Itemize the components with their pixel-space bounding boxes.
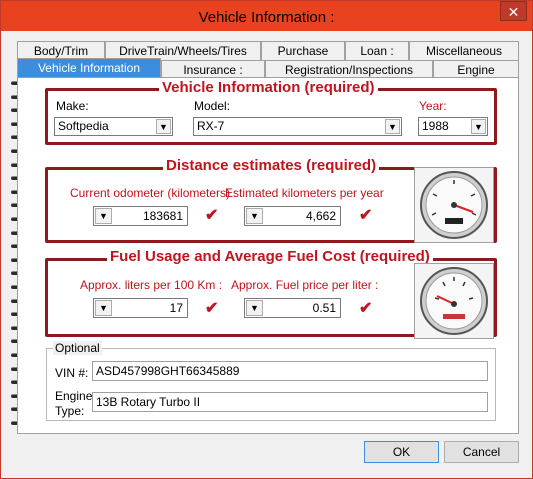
- chevron-down-icon[interactable]: ▼: [95, 300, 112, 316]
- distance-title: Distance estimates (required): [163, 157, 380, 174]
- price-check-icon: ✔: [359, 300, 373, 317]
- liters-check-icon: ✔: [205, 300, 219, 317]
- vin-field[interactable]: ASD457998GHT66345889: [92, 361, 488, 381]
- tab-loan[interactable]: Loan :: [345, 41, 409, 60]
- odometer-stepper[interactable]: ▼ 183681: [93, 206, 188, 226]
- engine-type-label-1: Engine: [55, 389, 93, 403]
- model-value: RX-7: [197, 119, 225, 133]
- model-label: Model:: [194, 99, 231, 113]
- tab-vehicle-information[interactable]: Vehicle Information: [17, 58, 161, 78]
- title-bar[interactable]: Vehicle Information : ✕: [1, 1, 532, 31]
- window-title: Vehicle Information :: [198, 9, 335, 26]
- fuel-gauge-icon: [414, 263, 494, 339]
- odometer-label: Current odometer (kilometers) :: [70, 186, 237, 200]
- chevron-down-icon[interactable]: ▼: [95, 208, 112, 224]
- price-label: Approx. Fuel price per liter :: [231, 278, 379, 292]
- odometer-value: 183681: [142, 209, 183, 223]
- year-label: Year:: [419, 99, 447, 113]
- price-stepper[interactable]: ▼ 0.51: [244, 298, 341, 318]
- cancel-button[interactable]: Cancel: [444, 441, 519, 463]
- engine-type-field[interactable]: 13B Rotary Turbo II: [92, 392, 488, 412]
- liters-label: Approx. liters per 100 Km :: [80, 278, 223, 292]
- tab-miscellaneous[interactable]: Miscellaneous: [409, 41, 519, 60]
- liters-value: 17: [169, 301, 183, 315]
- per-year-check-icon: ✔: [359, 207, 373, 224]
- chevron-down-icon[interactable]: ▼: [471, 119, 486, 134]
- tab-purchase[interactable]: Purchase: [261, 41, 345, 60]
- fuel-title: Fuel Usage and Average Fuel Cost (requir…: [107, 248, 433, 265]
- price-value: 0.51: [312, 301, 336, 315]
- engine-type-label-2: Type:: [55, 404, 85, 418]
- vehicle-info-title: Vehicle Information (required): [159, 79, 378, 96]
- vin-label: VIN #:: [55, 366, 89, 380]
- odometer-check-icon: ✔: [205, 207, 219, 224]
- per-year-label: Estimated kilometers per year: [225, 186, 384, 200]
- optional-label: Optional: [53, 341, 102, 355]
- per-year-value: 4,662: [305, 209, 336, 223]
- close-button[interactable]: ✕: [500, 1, 527, 21]
- make-label: Make:: [56, 99, 89, 113]
- chevron-down-icon[interactable]: ▼: [385, 119, 400, 134]
- ok-button[interactable]: OK: [364, 441, 439, 463]
- year-select[interactable]: 1988 ▼: [418, 117, 488, 136]
- speedometer-icon: [414, 167, 494, 243]
- make-value: Softpedia: [58, 119, 109, 133]
- liters-stepper[interactable]: ▼ 17: [93, 298, 188, 318]
- chevron-down-icon[interactable]: ▼: [246, 208, 263, 224]
- chevron-down-icon[interactable]: ▼: [156, 119, 171, 134]
- vehicle-info-window: Vehicle Information : ✕ Body/Trim DriveT…: [0, 0, 533, 479]
- chevron-down-icon[interactable]: ▼: [246, 300, 263, 316]
- year-value: 1988: [422, 119, 449, 133]
- model-select[interactable]: RX-7 ▼: [193, 117, 402, 136]
- per-year-stepper[interactable]: ▼ 4,662: [244, 206, 341, 226]
- make-select[interactable]: Softpedia ▼: [54, 117, 173, 136]
